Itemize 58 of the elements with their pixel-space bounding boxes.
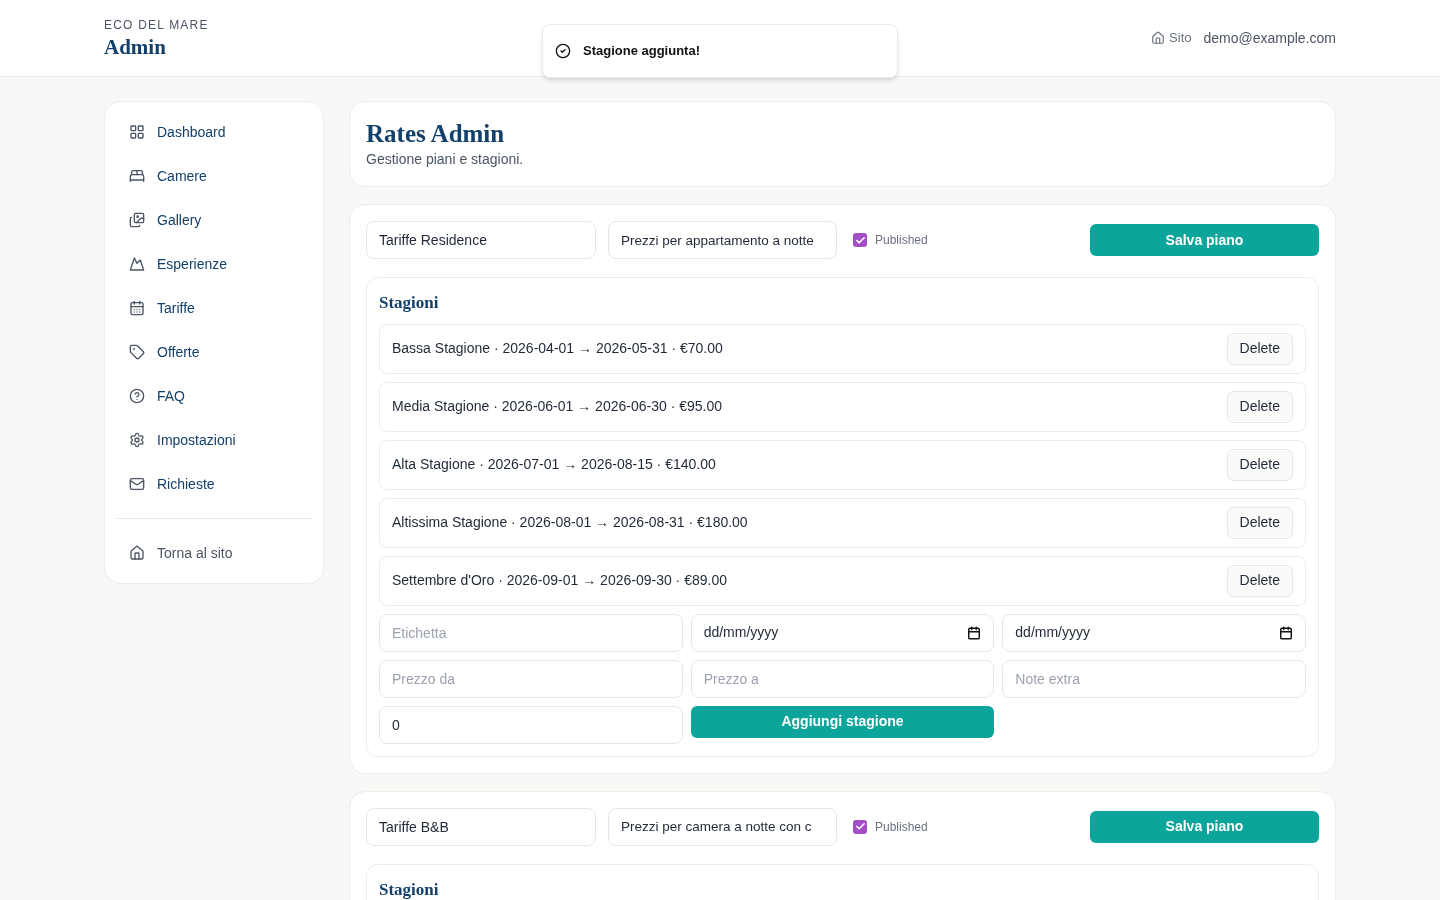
brand-name: ECO DEL MARE [104,16,209,34]
delete-button[interactable]: Delete [1226,448,1293,481]
bed-icon [129,168,145,184]
page-title: Rates Admin [366,118,506,149]
mail-icon [129,476,145,492]
input-field[interactable]: Etichetta [379,613,683,652]
sidebar-item[interactable]: Offerte [117,330,311,374]
back-to-site-link[interactable]: Torna al sito [117,531,311,575]
date-field[interactable]: dd/mm/yyyy [1002,613,1306,652]
sidebar-item[interactable]: Esperienze [117,242,311,286]
input-field[interactable]: 0 [379,705,683,744]
season-text: Settembre d'Oro · 2026-09-01 → 2026-09-30 · €89.00 [392,571,727,590]
delete-button[interactable]: Delete [1226,564,1293,597]
season-text: Alta Stagione · 2026-07-01 → 2026-08-15 · €140.00 [392,455,716,474]
published-label: Published [875,818,928,836]
seasons-title: Stagioni [379,878,440,900]
settings-icon [129,432,145,448]
sidebar-item[interactable]: FAQ [117,374,311,418]
app-title: Admin [104,33,167,61]
home-icon [1151,31,1166,45]
season-text: Bassa Stagione · 2026-04-01 → 2026-05-31 · €70.00 [392,339,723,358]
input-field[interactable]: Prezzo da [379,659,683,698]
help-icon [129,388,145,404]
plan-description-field[interactable]: Prezzi per camera a notte con c [608,807,837,846]
sidebar-item[interactable]: Impostazioni [117,418,311,462]
plan-name-field[interactable]: Tariffe B&B [366,807,596,846]
delete-button[interactable]: Delete [1226,390,1293,423]
season-text: Media Stagione · 2026-06-01 → 2026-06-30 · €95.00 [392,397,722,416]
input-field[interactable]: Prezzo a [690,659,995,698]
date-field[interactable]: dd/mm/yyyy [690,613,995,652]
calendar-icon [1279,625,1293,640]
toast-message: Stagione aggiunta! [583,42,700,61]
site-link[interactable]: Sito [1151,28,1192,48]
published-checkbox[interactable] [853,233,867,247]
tag-icon [129,344,145,360]
published-checkbox[interactable] [853,819,867,834]
plan-description-field[interactable]: Prezzi per appartamento a notte [608,221,837,259]
plan-name-field[interactable]: Tariffe Residence [366,221,596,259]
sidebar-item[interactable]: Camere [117,154,311,198]
sidebar-item[interactable]: Dashboard [117,110,311,154]
mountain-icon [129,256,145,272]
grid-icon [129,124,145,140]
sidebar-item[interactable]: Tariffe [117,286,311,330]
page-subtitle: Gestione piani e stagioni. [366,150,525,170]
sidebar-item[interactable]: Richieste [117,462,311,506]
season-text: Altissima Stagione · 2026-08-01 → 2026-08-31 · €180.00 [392,513,748,532]
user-email: demo@example.com [1203,28,1336,48]
published-label: Published [875,232,928,249]
home-icon [129,545,145,561]
input-field[interactable]: Note extra [1002,659,1306,698]
calendar-icon [129,300,145,316]
delete-button[interactable]: Delete [1226,506,1293,539]
images-icon [129,212,145,228]
delete-button[interactable]: Delete [1226,332,1293,365]
sidebar-item[interactable]: Gallery [117,198,311,242]
check-circle-icon [555,43,571,59]
seasons-title: Stagioni [379,292,440,314]
calendar-icon [967,625,982,640]
